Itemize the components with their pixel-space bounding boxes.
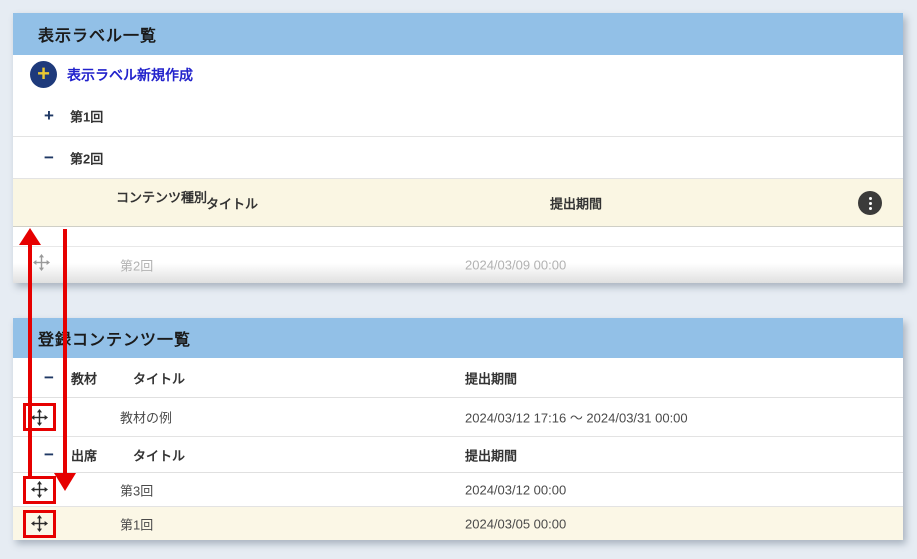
content-period: 2024/03/05 00:00	[465, 516, 566, 531]
drag-down-arrow-head	[54, 473, 76, 491]
registered-content-panel: 登録コンテンツ一覧 − 教材 タイトル 提出期間 教材の例	[13, 318, 903, 540]
drag-handle-highlight[interactable]	[23, 476, 56, 504]
content-title: 教材の例	[120, 408, 172, 427]
create-display-label-link[interactable]: + 表示ラベル新規作成	[30, 61, 193, 88]
kebab-dot	[869, 197, 872, 200]
drag-handle-highlight[interactable]	[23, 510, 56, 538]
content-period: 2024/03/12 00:00	[465, 482, 566, 497]
display-label-panel-header: 表示ラベル一覧	[13, 13, 903, 55]
ghost-row-period: 2024/03/09 00:00	[465, 258, 566, 273]
collapse-icon[interactable]: −	[40, 445, 58, 465]
column-header-period: 提出期間	[550, 193, 602, 212]
content-period: 2024/03/12 17:16 ～ 2024/03/31 00:00	[465, 408, 688, 427]
content-row-kyozai: 教材の例 2024/03/12 17:16 ～ 2024/03/31 00:00	[13, 398, 903, 437]
group-header-kyozai: − 教材 タイトル 提出期間	[13, 358, 903, 398]
column-header-title: タイトル	[133, 368, 185, 387]
registered-content-panel-title: 登録コンテンツ一覧	[38, 326, 191, 350]
display-label-row-1: + 第1回	[13, 95, 903, 137]
group-category-label: 出席	[71, 445, 97, 464]
collapse-icon[interactable]: −	[40, 368, 58, 388]
move-handle-icon	[31, 409, 48, 426]
drag-up-arrow-shaft	[28, 244, 32, 476]
create-label-row: + 表示ラベル新規作成	[13, 55, 903, 95]
content-table-header: コンテンツ種別 タイトル 提出期間	[13, 179, 903, 227]
display-label-panel-title: 表示ラベル一覧	[38, 22, 157, 46]
page: 表示ラベル一覧 + 表示ラベル新規作成 + 第1回 − 第2回 コンテンツ種別 …	[0, 0, 917, 559]
registered-content-panel-header: 登録コンテンツ一覧	[13, 318, 903, 358]
content-title: 第3回	[120, 480, 153, 499]
display-label-name: 第1回	[70, 106, 103, 125]
drag-up-arrow-head	[19, 228, 41, 245]
group-header-shusseki: − 出席 タイトル 提出期間	[13, 437, 903, 473]
column-header-title: タイトル	[206, 193, 258, 212]
move-handle-icon	[31, 481, 48, 498]
content-row-dai1kai: 第1回 2024/03/05 00:00	[13, 507, 903, 540]
collapse-icon[interactable]: −	[40, 148, 58, 168]
content-title: 第1回	[120, 514, 153, 533]
kebab-dot	[869, 202, 872, 205]
create-display-label-label: 表示ラベル新規作成	[67, 65, 193, 85]
column-header-title: タイトル	[133, 445, 185, 464]
content-row-dai3kai: 第3回 2024/03/12 00:00	[13, 473, 903, 507]
add-circle-icon: +	[30, 61, 57, 88]
column-header-content-type: コンテンツ種別	[116, 188, 212, 208]
display-label-panel: 表示ラベル一覧 + 表示ラベル新規作成 + 第1回 − 第2回 コンテンツ種別 …	[13, 13, 903, 283]
kebab-dot	[869, 207, 872, 210]
move-handle-icon	[31, 515, 48, 532]
move-handle-icon	[33, 254, 50, 276]
dragged-row-ghost: 第2回 2024/03/09 00:00	[13, 247, 903, 283]
ghost-row-label: 第2回	[120, 256, 153, 275]
display-label-row-2: − 第2回	[13, 137, 903, 179]
drop-target-row	[13, 227, 903, 247]
column-header-period: 提出期間	[465, 368, 517, 387]
column-header-period: 提出期間	[465, 445, 517, 464]
expand-icon[interactable]: +	[40, 106, 58, 126]
display-label-name: 第2回	[70, 148, 103, 167]
drag-down-arrow-shaft	[63, 229, 67, 473]
group-category-label: 教材	[71, 368, 97, 387]
more-options-icon[interactable]	[858, 191, 882, 215]
